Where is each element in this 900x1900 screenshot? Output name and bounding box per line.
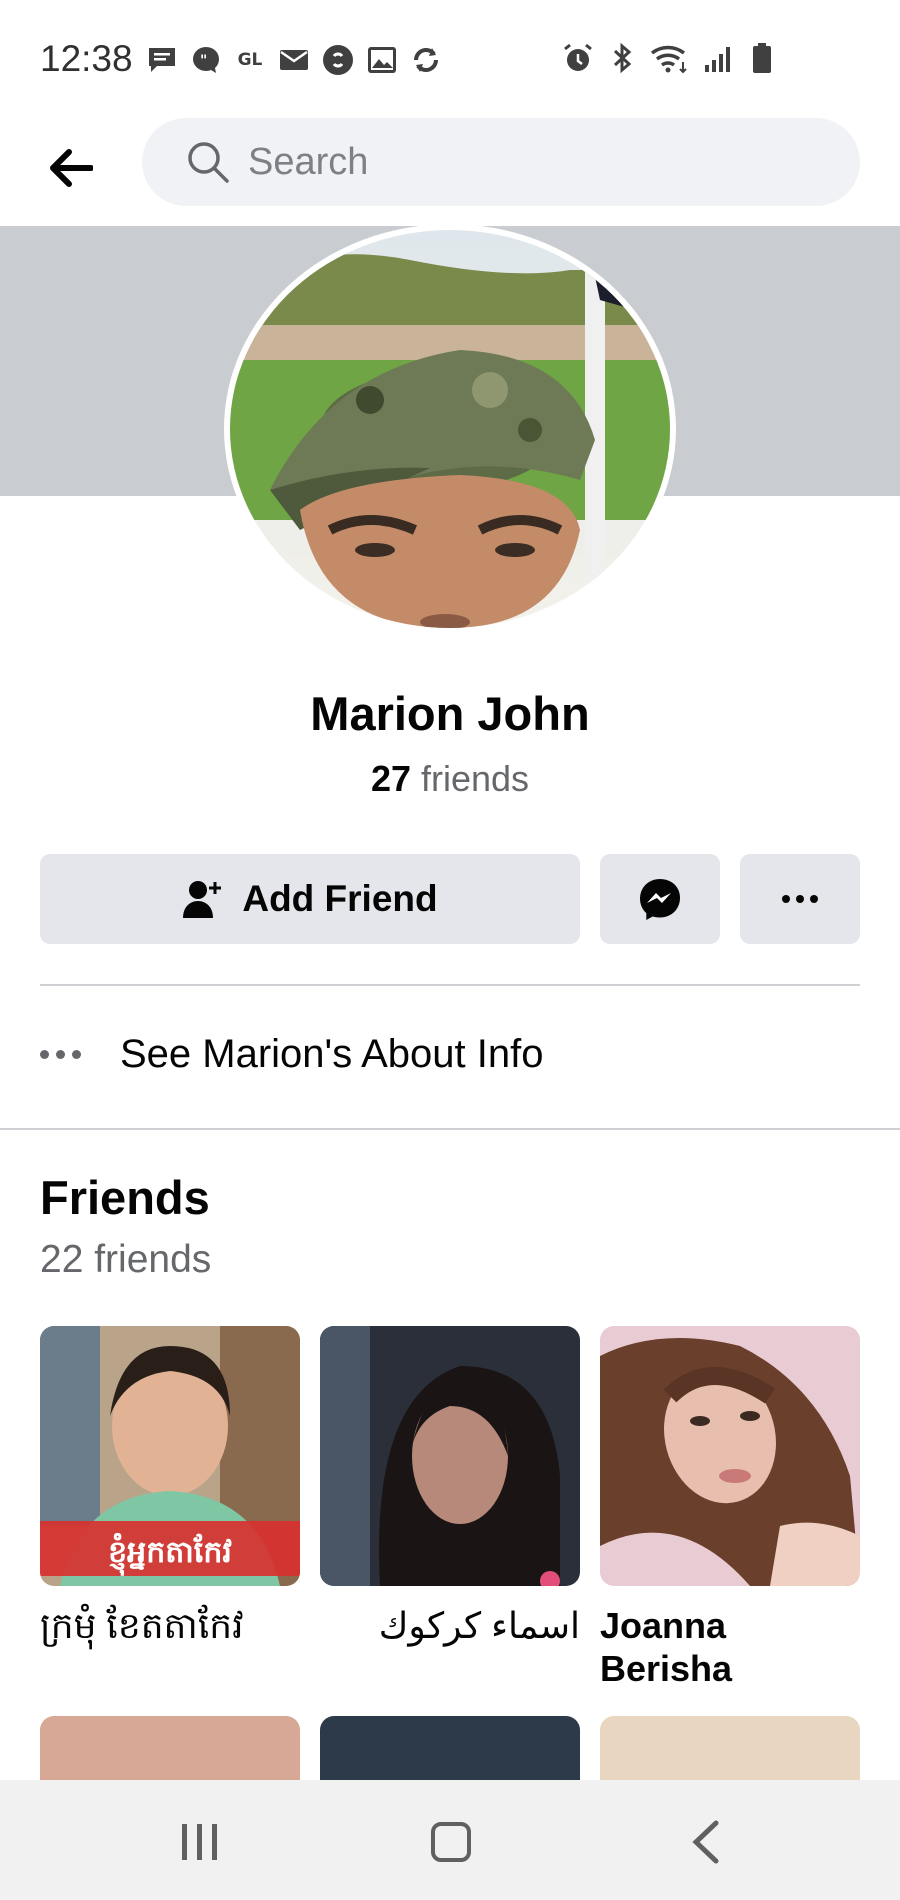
message-button[interactable]: [600, 854, 720, 944]
system-icons: [562, 42, 778, 74]
add-friend-icon: [183, 881, 222, 918]
section-divider: [0, 1128, 900, 1130]
friend-card[interactable]: ខ្ញុំអ្នកតាកែវ ក្រមុំ ខែតតាកែវ: [40, 1326, 300, 1647]
gl-icon-text: GL: [237, 50, 263, 70]
profile-actions: Add Friend: [40, 854, 860, 944]
friend-photo[interactable]: [320, 1326, 580, 1586]
messenger-icon: [640, 879, 680, 920]
add-friend-label: Add Friend: [242, 878, 438, 919]
friend-card[interactable]: اسماء كركوك: [320, 1326, 580, 1647]
profile-friend-count: 27 friends: [0, 758, 900, 800]
friend-name[interactable]: Joanna Berisha: [600, 1604, 860, 1690]
svg-text:": ": [200, 53, 207, 69]
profile-photo-image: [230, 230, 670, 628]
about-info-link[interactable]: See Marion's About Info: [40, 1018, 860, 1090]
friends-section-count: 22 friends: [40, 1238, 212, 1281]
home-icon[interactable]: [431, 1822, 471, 1862]
gallery-icon: [366, 44, 398, 76]
friend-count-label: friends: [421, 758, 530, 799]
shazam-icon: [322, 44, 354, 76]
bluetooth-icon: [606, 42, 638, 74]
friends-section-title: Friends: [40, 1171, 210, 1224]
more-dots-icon: [40, 1049, 86, 1059]
more-options-button[interactable]: [740, 854, 860, 944]
friend-photo-text: ខ្ញុំអ្នកតាកែវ: [108, 1532, 232, 1576]
profile-name: Marion John: [310, 687, 590, 740]
message-icon: [146, 44, 178, 76]
friend-photo[interactable]: [40, 1716, 300, 1782]
back-button[interactable]: [38, 136, 102, 200]
friend-photo-image: [320, 1326, 580, 1586]
chat-bubble-icon: ": [190, 44, 222, 76]
profile-photo[interactable]: [224, 224, 676, 634]
gl-icon: GL: [234, 44, 266, 76]
nav-back-icon[interactable]: [688, 1820, 722, 1864]
wifi-icon: [650, 42, 690, 74]
friend-card[interactable]: Joanna Berisha: [600, 1326, 860, 1690]
status-time: 12:38: [40, 38, 133, 79]
alarm-icon: [562, 42, 594, 74]
friend-photo[interactable]: ខ្ញុំអ្នកតាកែវ: [40, 1326, 300, 1586]
friend-photo-image: [600, 1326, 860, 1586]
battery-icon: [746, 42, 778, 74]
mail-icon: [278, 44, 310, 76]
system-navigation-bar: [0, 1780, 900, 1900]
more-dots-icon: [782, 895, 818, 903]
divider: [40, 984, 860, 986]
friend-photo-image: ខ្ញុំអ្នកតាកែវ: [40, 1326, 300, 1586]
friend-name[interactable]: ក្រមុំ ខែតតាកែវ: [40, 1604, 300, 1647]
status-bar: 12:38 " GL: [0, 0, 900, 112]
search-icon: [188, 142, 229, 183]
back-arrow-icon: [50, 149, 93, 187]
friend-photo[interactable]: [600, 1326, 860, 1586]
friend-photo[interactable]: [320, 1716, 580, 1782]
about-info-label: See Marion's About Info: [120, 1031, 544, 1076]
sync-icon: [410, 44, 442, 76]
signal-icon: [702, 42, 734, 74]
search-header: [0, 112, 900, 226]
friend-name[interactable]: اسماء كركوك: [320, 1604, 580, 1647]
friend-photo[interactable]: [600, 1716, 860, 1782]
notification-icons: " GL: [146, 44, 442, 76]
search-bar[interactable]: [142, 118, 860, 206]
recent-apps-icon[interactable]: [178, 1822, 222, 1862]
friend-count-number: 27: [370, 758, 411, 799]
add-friend-button[interactable]: Add Friend: [40, 854, 580, 944]
search-input[interactable]: [248, 140, 808, 184]
